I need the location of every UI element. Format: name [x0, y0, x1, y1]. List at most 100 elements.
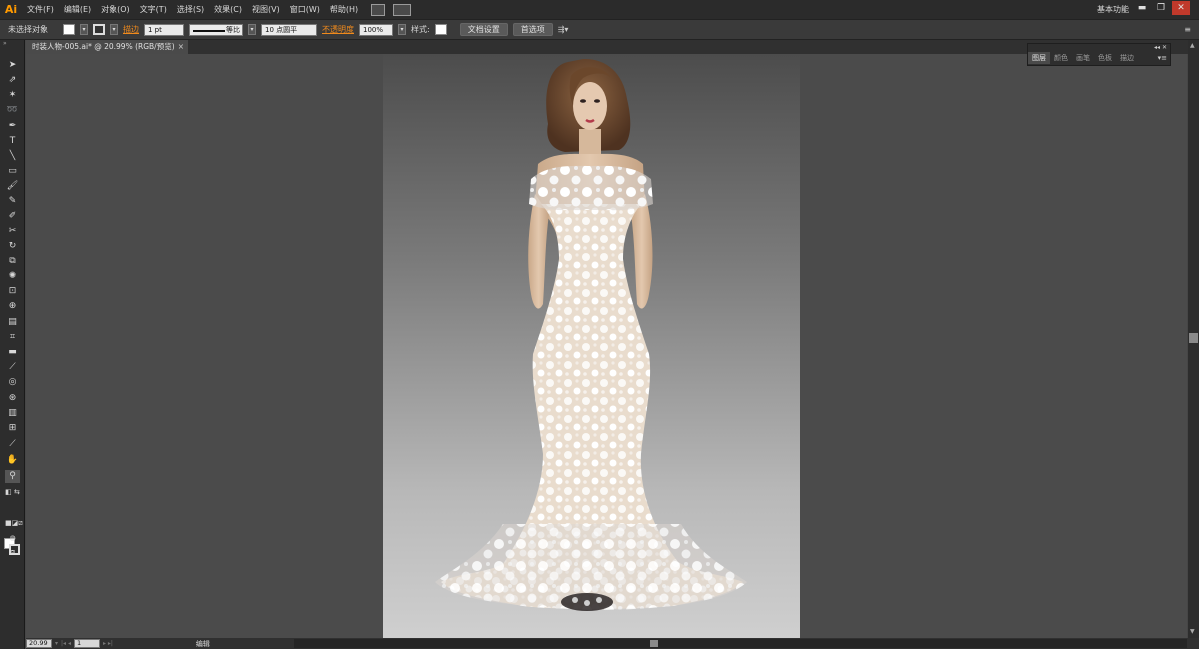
- fill-dropdown-icon[interactable]: ▾: [80, 24, 88, 35]
- status-label: 编辑: [195, 639, 210, 648]
- artboard[interactable]: [383, 54, 800, 638]
- tab-stroke[interactable]: 描边: [1116, 52, 1138, 64]
- tab-brushes[interactable]: 画笔: [1072, 52, 1094, 64]
- warp-tool-icon[interactable]: ✺: [5, 270, 20, 283]
- toolbar-grip-icon[interactable]: »: [3, 41, 21, 47]
- default-colors-icon[interactable]: ◧ ⇆: [5, 486, 20, 499]
- scissors-tool-icon[interactable]: ✂: [5, 225, 20, 238]
- arrange-documents-icon[interactable]: [393, 3, 412, 16]
- zoom-field[interactable]: 20.99: [26, 639, 52, 648]
- status-bar: 20.99 ▾ |◂ ◂ 1 ▸ ▸| 编辑: [26, 638, 1199, 649]
- symbol-sprayer-tool-icon[interactable]: ⊛: [5, 392, 20, 405]
- document-setup-button[interactable]: 文档设置: [459, 23, 508, 36]
- menu-edit[interactable]: 编辑(E): [59, 0, 96, 19]
- tab-close-icon[interactable]: ×: [178, 40, 184, 54]
- scale-tool-icon[interactable]: ⧉: [5, 255, 20, 268]
- close-button[interactable]: ✕: [1172, 1, 1190, 15]
- opacity-dropdown-icon[interactable]: ▾: [398, 24, 406, 35]
- pen-tool-icon[interactable]: ✒: [5, 120, 20, 133]
- panel-options-icon[interactable]: ▾≡: [1158, 54, 1170, 62]
- hand-tool-icon[interactable]: ✋: [5, 454, 20, 467]
- stroke-label[interactable]: 描边: [123, 24, 139, 35]
- stroke-dropdown-icon[interactable]: ▾: [110, 24, 118, 35]
- illustrator-window: Ai 文件(F) 编辑(E) 对象(O) 文字(T) 选择(S) 效果(C) 视…: [0, 0, 1199, 649]
- tools-panel: » ➤ ⇗ ✶ ➿ ✒ T ╲ ▭ 🖌 ✎ ✐ ✂ ↻ ⧉ ✺ ⊡ ⊕ ▤ ⌗ …: [0, 40, 25, 649]
- rotate-tool-icon[interactable]: ↻: [5, 240, 20, 253]
- zoom-dropdown-icon[interactable]: ▾: [55, 640, 58, 647]
- profile-dropdown-icon[interactable]: ▾: [248, 24, 256, 35]
- style-label: 样式:: [411, 25, 430, 34]
- slice-tool-icon[interactable]: ⟋: [5, 438, 20, 451]
- rectangle-tool-icon[interactable]: ▭: [5, 165, 20, 178]
- blob-brush-tool-icon[interactable]: ✐: [5, 210, 20, 223]
- control-panel: 未选择对象 ▾ ▾ 描边 1 pt 等比 ▾ 10 点圆平 不透明度 100% …: [0, 19, 1199, 40]
- stroke-profile-select[interactable]: 等比: [189, 23, 243, 36]
- vertical-scroll-thumb[interactable]: [1189, 333, 1198, 343]
- app-logo: Ai: [4, 3, 18, 16]
- fashion-illustration: [435, 58, 747, 611]
- restore-button[interactable]: ❐: [1152, 1, 1170, 15]
- artboard-number-field[interactable]: 1: [73, 639, 100, 648]
- panel-tab-row: 图层 颜色 画笔 色板 描边 ▾≡: [1028, 52, 1170, 64]
- magic-wand-tool-icon[interactable]: ✶: [5, 89, 20, 102]
- type-tool-icon[interactable]: T: [5, 135, 20, 148]
- free-transform-tool-icon[interactable]: ⊡: [5, 285, 20, 298]
- bridge-icon[interactable]: [371, 3, 386, 16]
- vertical-scrollbar[interactable]: ▲ ▼: [1188, 40, 1199, 638]
- menu-object[interactable]: 对象(O): [96, 0, 135, 19]
- fill-swatch[interactable]: [63, 24, 75, 35]
- direct-selection-tool-icon[interactable]: ⇗: [5, 74, 20, 87]
- menu-view[interactable]: 视图(V): [247, 0, 285, 19]
- menu-effect[interactable]: 效果(C): [209, 0, 247, 19]
- first-artboard-icon[interactable]: |◂ ◂: [61, 640, 71, 647]
- preferences-button[interactable]: 首选项: [512, 23, 553, 36]
- document-tab[interactable]: 时装人物-005.ai* @ 20.99% (RGB/预览) ×: [26, 40, 188, 54]
- tab-color[interactable]: 颜色: [1050, 52, 1072, 64]
- menu-file[interactable]: 文件(F): [22, 0, 59, 19]
- menu-window[interactable]: 窗口(W): [285, 0, 325, 19]
- tab-swatches[interactable]: 色板: [1094, 52, 1116, 64]
- workspace-switcher[interactable]: 基本功能: [1097, 0, 1129, 19]
- blend-tool-icon[interactable]: ◎: [5, 376, 20, 389]
- line-tool-icon[interactable]: ╲: [5, 150, 20, 163]
- zoom-tool-icon[interactable]: ⚲: [5, 470, 20, 483]
- mesh-tool-icon[interactable]: ⌗: [5, 331, 20, 344]
- column-graph-tool-icon[interactable]: ▥: [5, 407, 20, 420]
- canvas-area[interactable]: [26, 54, 1187, 638]
- selection-tool-icon[interactable]: ➤: [5, 59, 20, 72]
- menu-type[interactable]: 文字(T): [135, 0, 172, 19]
- shape-builder-tool-icon[interactable]: ⊕: [5, 300, 20, 313]
- menu-help[interactable]: 帮助(H): [325, 0, 363, 19]
- horizontal-scroll-thumb[interactable]: [650, 640, 658, 647]
- next-artboard-icon[interactable]: ▸ ▸|: [103, 640, 113, 647]
- menu-select[interactable]: 选择(S): [172, 0, 209, 19]
- opacity-label[interactable]: 不透明度: [322, 24, 354, 35]
- document-tab-bar: 时装人物-005.ai* @ 20.99% (RGB/预览) ×: [26, 40, 1188, 54]
- panel-collapse-icon[interactable]: ◂◂ ✕: [1028, 44, 1170, 52]
- menu-bar: Ai 文件(F) 编辑(E) 对象(O) 文字(T) 选择(S) 效果(C) 视…: [0, 0, 1199, 19]
- scroll-down-icon[interactable]: ▼: [1190, 628, 1195, 635]
- tab-layers[interactable]: 图层: [1028, 52, 1050, 64]
- scroll-up-icon[interactable]: ▲: [1190, 42, 1195, 49]
- brush-select[interactable]: 10 点圆平: [261, 23, 317, 36]
- artboard-tool-icon[interactable]: ⊞: [5, 422, 20, 435]
- stroke-weight-field[interactable]: 1 pt: [144, 23, 184, 36]
- screen-mode-icon[interactable]: ⧈: [5, 545, 20, 558]
- minimize-button[interactable]: ▬: [1133, 1, 1151, 15]
- eyedropper-tool-icon[interactable]: ⟋: [5, 361, 20, 374]
- selection-status: 未选择对象: [8, 25, 48, 34]
- arrange-icon[interactable]: ⇶▾: [558, 25, 569, 34]
- horizontal-scrollbar[interactable]: [294, 639, 1187, 648]
- perspective-grid-tool-icon[interactable]: ▤: [5, 316, 20, 329]
- stroke-swatch[interactable]: [93, 24, 105, 35]
- style-swatch[interactable]: [434, 24, 447, 35]
- gradient-tool-icon[interactable]: ▬: [5, 346, 20, 359]
- lasso-tool-icon[interactable]: ➿: [5, 104, 20, 117]
- drawing-mode-icon[interactable]: ◍: [5, 532, 20, 545]
- opacity-field[interactable]: 100%: [359, 23, 393, 36]
- color-mode-icons[interactable]: ■◪⧄: [5, 517, 23, 530]
- pencil-tool-icon[interactable]: ✎: [5, 195, 20, 208]
- layers-panel: ◂◂ ✕ 图层 颜色 画笔 色板 描边 ▾≡: [1027, 43, 1171, 66]
- paintbrush-tool-icon[interactable]: 🖌: [5, 180, 20, 193]
- panel-menu-icon[interactable]: ≡: [1184, 25, 1191, 34]
